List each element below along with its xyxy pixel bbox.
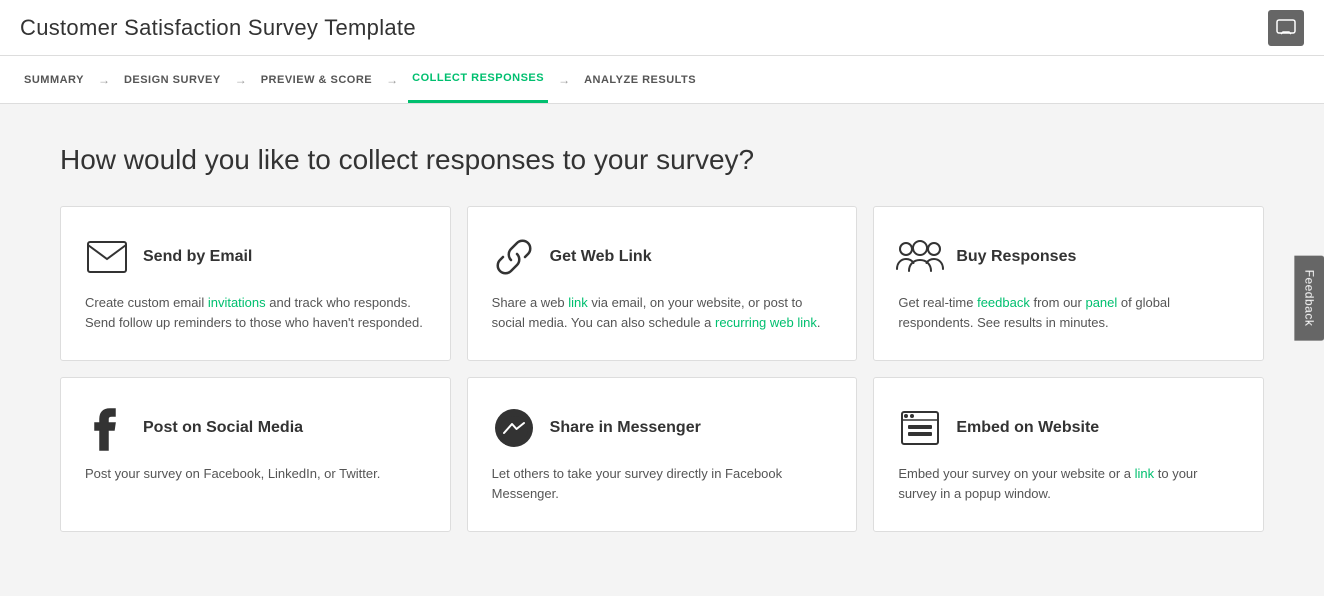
card-social-header: Post on Social Media	[85, 406, 426, 450]
people-icon	[898, 235, 942, 279]
card-buy-title: Buy Responses	[956, 248, 1076, 266]
nav-arrow-4: →	[558, 73, 570, 87]
card-email-header: Send by Email	[85, 235, 426, 279]
nav-arrow-1: →	[98, 73, 110, 87]
card-weblink-desc: Share a web link via email, on your webs…	[492, 293, 833, 332]
card-embed[interactable]: Embed on Website Embed your survey on yo…	[873, 377, 1264, 532]
nav-item-design[interactable]: DESIGN SURVEY	[120, 56, 225, 103]
nav-item-analyze[interactable]: ANALYZE RESULTS	[580, 56, 700, 103]
header: Customer Satisfaction Survey Template	[0, 0, 1324, 56]
card-buy-desc: Get real-time feedback from our panel of…	[898, 293, 1239, 332]
chat-button[interactable]	[1268, 10, 1304, 46]
card-messenger-title: Share in Messenger	[550, 419, 701, 437]
card-messenger-desc: Let others to take your survey directly …	[492, 464, 833, 503]
chat-icon	[1276, 19, 1296, 37]
card-messenger-header: Share in Messenger	[492, 406, 833, 450]
card-social[interactable]: Post on Social Media Post your survey on…	[60, 377, 451, 532]
navigation: SUMMARY → DESIGN SURVEY → PREVIEW & SCOR…	[0, 56, 1324, 104]
cards-grid: Send by Email Create custom email invita…	[60, 206, 1264, 532]
main-title: How would you like to collect responses …	[60, 144, 1264, 176]
main-content: How would you like to collect responses …	[0, 104, 1324, 596]
card-weblink-header: Get Web Link	[492, 235, 833, 279]
page-title: Customer Satisfaction Survey Template	[20, 15, 416, 41]
link-icon	[492, 235, 536, 279]
nav-item-preview[interactable]: PREVIEW & SCORE	[257, 56, 376, 103]
nav-arrow-2: →	[235, 73, 247, 87]
nav-item-collect[interactable]: COLLECT RESPONSES	[408, 56, 548, 103]
nav-arrow-3: →	[386, 73, 398, 87]
card-email-desc: Create custom email invitations and trac…	[85, 293, 426, 332]
card-embed-title: Embed on Website	[956, 419, 1099, 437]
card-buy[interactable]: Buy Responses Get real-time feedback fro…	[873, 206, 1264, 361]
card-embed-desc: Embed your survey on your website or a l…	[898, 464, 1239, 503]
card-email-title: Send by Email	[143, 248, 252, 266]
feedback-tab[interactable]: Feedback	[1295, 256, 1324, 341]
card-social-title: Post on Social Media	[143, 419, 303, 437]
card-social-desc: Post your survey on Facebook, LinkedIn, …	[85, 464, 426, 484]
card-email[interactable]: Send by Email Create custom email invita…	[60, 206, 451, 361]
messenger-icon	[492, 406, 536, 450]
card-buy-header: Buy Responses	[898, 235, 1239, 279]
card-weblink-title: Get Web Link	[550, 248, 652, 266]
card-embed-header: Embed on Website	[898, 406, 1239, 450]
nav-item-summary[interactable]: SUMMARY	[20, 56, 88, 103]
embed-icon	[898, 406, 942, 450]
facebook-icon	[85, 406, 129, 450]
card-messenger[interactable]: Share in Messenger Let others to take yo…	[467, 377, 858, 532]
email-icon	[85, 235, 129, 279]
card-weblink[interactable]: Get Web Link Share a web link via email,…	[467, 206, 858, 361]
